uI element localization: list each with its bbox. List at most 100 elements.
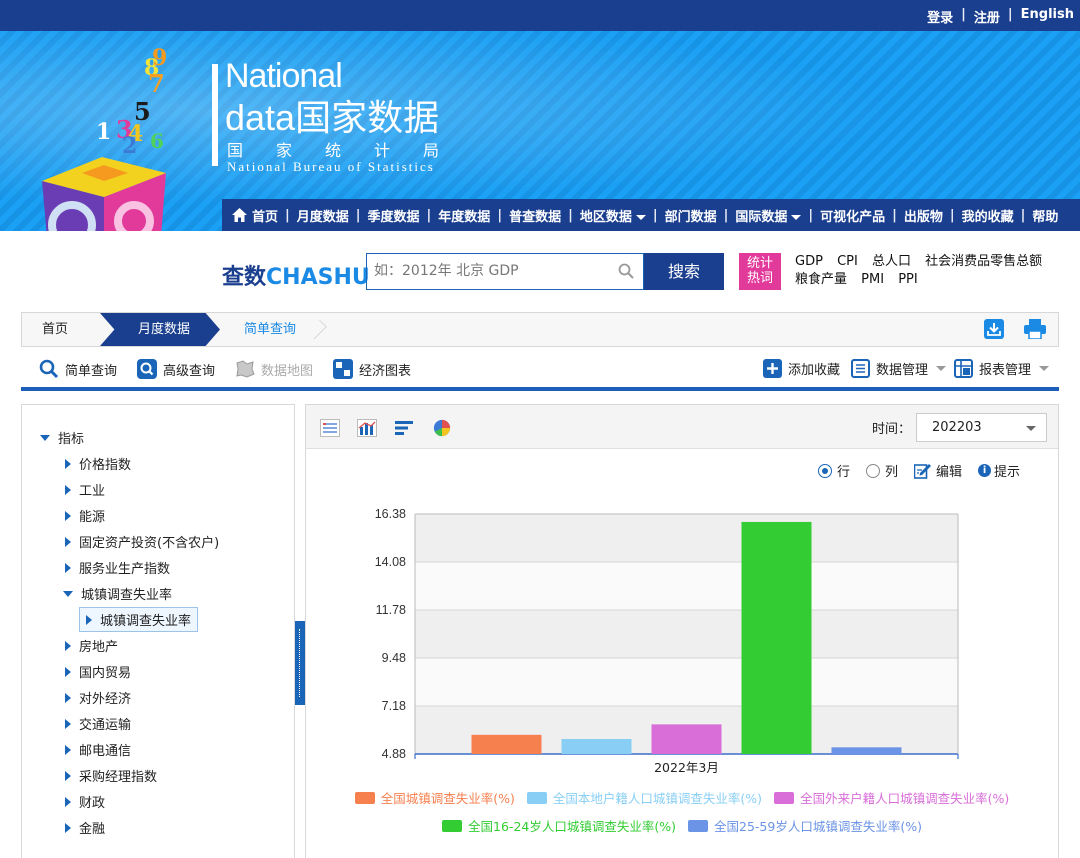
tree-item[interactable]: 固定资产投资(不含农户) (65, 532, 219, 551)
nav-census[interactable]: 普查数据 (509, 206, 561, 225)
tree-root[interactable]: 指标 (40, 428, 84, 447)
tree-item-label: 固定资产投资(不含农户) (79, 536, 220, 551)
legend-item[interactable]: 全国城镇调查失业率(%) (354, 788, 515, 807)
economic-charts-button[interactable]: 经济图表 (333, 359, 411, 379)
nav-help[interactable]: 帮助 (1032, 206, 1058, 225)
horizontal-bar-view-icon[interactable] (394, 419, 414, 437)
data-map-button[interactable]: 数据地图 (235, 359, 313, 379)
nav-home[interactable]: 首页 (252, 206, 278, 225)
add-favorite-button[interactable]: 添加收藏 (763, 359, 840, 378)
header-banner: 875134629 National data国家数据 国家统计局 Nation… (0, 31, 1080, 231)
print-icon[interactable] (1024, 319, 1046, 339)
nav-international-label: 国际数据 (735, 209, 788, 225)
legend-label: 全国外来户籍人口城镇调查失业率(%) (800, 791, 1010, 806)
nav-yearly[interactable]: 年度数据 (438, 206, 490, 225)
legend-item[interactable]: 全国25-59岁人口城镇调查失业率(%) (688, 816, 922, 835)
bar-chart-view-icon[interactable] (357, 419, 377, 437)
bar (471, 734, 542, 754)
list-icon (851, 359, 870, 378)
legend-label: 全国16-24岁人口城镇调查失业率(%) (468, 819, 676, 834)
time-select[interactable]: 202203 (916, 413, 1047, 442)
row-radio[interactable]: 行 (818, 461, 850, 480)
pie-chart-view-icon[interactable] (432, 419, 452, 437)
y-tick-label: 9.48 (382, 651, 406, 665)
y-tick-label: 4.88 (382, 747, 406, 761)
report-management-label: 报表管理 (979, 363, 1032, 378)
nav-regional[interactable]: 地区数据 (580, 206, 646, 225)
edit-label: 编辑 (936, 465, 963, 480)
nav-monthly[interactable]: 月度数据 (297, 206, 349, 225)
search-input[interactable]: 如：2012年 北京 GDP (366, 253, 644, 290)
advanced-query-button[interactable]: 高级查询 (137, 359, 215, 379)
nav-visualization[interactable]: 可视化产品 (820, 206, 885, 225)
caret-right-icon (65, 770, 71, 781)
chevron-down-icon (1026, 426, 1036, 431)
legend-item[interactable]: 全国外来户籍人口城镇调查失业率(%) (774, 788, 1009, 807)
panel-splitter-handle[interactable] (295, 621, 305, 705)
nav-international[interactable]: 国际数据 (735, 206, 802, 225)
cube-logo-icon (42, 157, 166, 231)
register-link[interactable]: 注册 (974, 7, 1000, 26)
nav-favorites[interactable]: 我的收藏 (962, 206, 1014, 225)
nav-publications[interactable]: 出版物 (904, 206, 943, 225)
table-view-icon[interactable] (320, 419, 340, 437)
column-radio[interactable]: 列 (866, 461, 898, 480)
tree-item[interactable]: 国内贸易 (65, 662, 131, 681)
hot-word-link[interactable]: CPI (837, 254, 858, 269)
tip-button[interactable]: i 提示 (978, 461, 1020, 480)
digit-decoration: 1 (96, 119, 112, 145)
tree-item[interactable]: 房地产 (65, 636, 118, 655)
account-links: 登录 | 注册 | English (927, 7, 1074, 26)
tree-item[interactable]: 交通运输 (65, 714, 131, 733)
tree-item[interactable]: 邮电通信 (65, 740, 131, 759)
radio-icon (866, 463, 881, 478)
legend-item[interactable]: 全国本地户籍人口城镇调查失业率(%) (526, 788, 762, 807)
tree-child-selected[interactable]: 城镇调查失业率 (79, 607, 199, 632)
hot-words-badge: 统计 热词 (739, 253, 781, 290)
breadcrumb-current: 简单查询 (244, 322, 297, 337)
bar (651, 724, 722, 754)
english-link[interactable]: English (1021, 7, 1074, 26)
tree-item[interactable]: 财政 (65, 792, 105, 811)
breadcrumb-monthly[interactable]: 月度数据 (100, 313, 220, 346)
breadcrumb-home[interactable]: 首页 (22, 313, 102, 346)
separator: | (961, 7, 966, 22)
chevron-down-icon (635, 214, 646, 220)
tree-item[interactable]: 工业 (65, 480, 105, 499)
caret-right-icon (65, 796, 71, 807)
hot-word-link[interactable]: PPI (898, 272, 918, 287)
tree-item[interactable]: 对外经济 (65, 688, 131, 707)
download-icon[interactable] (984, 319, 1004, 339)
tree-item-label: 对外经济 (79, 692, 132, 707)
add-favorite-label: 添加收藏 (788, 363, 841, 378)
hot-words-row-2: 粮食产量 PMI PPI (795, 271, 1075, 289)
report-management-menu[interactable]: 报表管理 (954, 359, 1050, 378)
search-button[interactable]: 搜索 (644, 253, 724, 290)
y-tick-label: 7.18 (382, 699, 406, 713)
caret-right-icon (65, 744, 71, 755)
hot-word-link[interactable]: 总人口 (872, 254, 911, 269)
data-management-menu[interactable]: 数据管理 (851, 359, 947, 378)
nav-quarterly[interactable]: 季度数据 (368, 206, 420, 225)
tree-item-expanded[interactable]: 城镇调查失业率 (63, 584, 172, 603)
chashu-en: CHASHU (266, 265, 370, 290)
hot-words: GDP CPI 总人口 社会消费品零售总额 粮食产量 PMI PPI (795, 253, 1075, 289)
tree-item[interactable]: 价格指数 (65, 454, 131, 473)
radio-selected-icon (818, 463, 832, 478)
hot-word-link[interactable]: PMI (861, 272, 884, 287)
tree-item[interactable]: 采购经理指数 (65, 766, 157, 785)
login-link[interactable]: 登录 (927, 7, 953, 26)
bar-chart: 16.38 14.08 11.78 9.48 7.18 4.88 2022年3月 (375, 507, 959, 775)
simple-query-button[interactable]: 简单查询 (39, 359, 117, 379)
tree-item-label: 房地产 (79, 640, 119, 655)
tree-item[interactable]: 金融 (65, 818, 105, 837)
edit-button[interactable]: 编辑 (914, 461, 962, 480)
hot-word-link[interactable]: GDP (795, 254, 823, 269)
hot-word-link[interactable]: 粮食产量 (795, 272, 847, 287)
legend-item[interactable]: 全国16-24岁人口城镇调查失业率(%) (442, 816, 676, 835)
hot-word-link[interactable]: 社会消费品零售总额 (925, 254, 1042, 269)
tree-item[interactable]: 服务业生产指数 (65, 558, 170, 577)
nav-department[interactable]: 部门数据 (665, 206, 717, 225)
search-icon[interactable] (618, 263, 634, 279)
tree-item[interactable]: 能源 (65, 506, 105, 525)
